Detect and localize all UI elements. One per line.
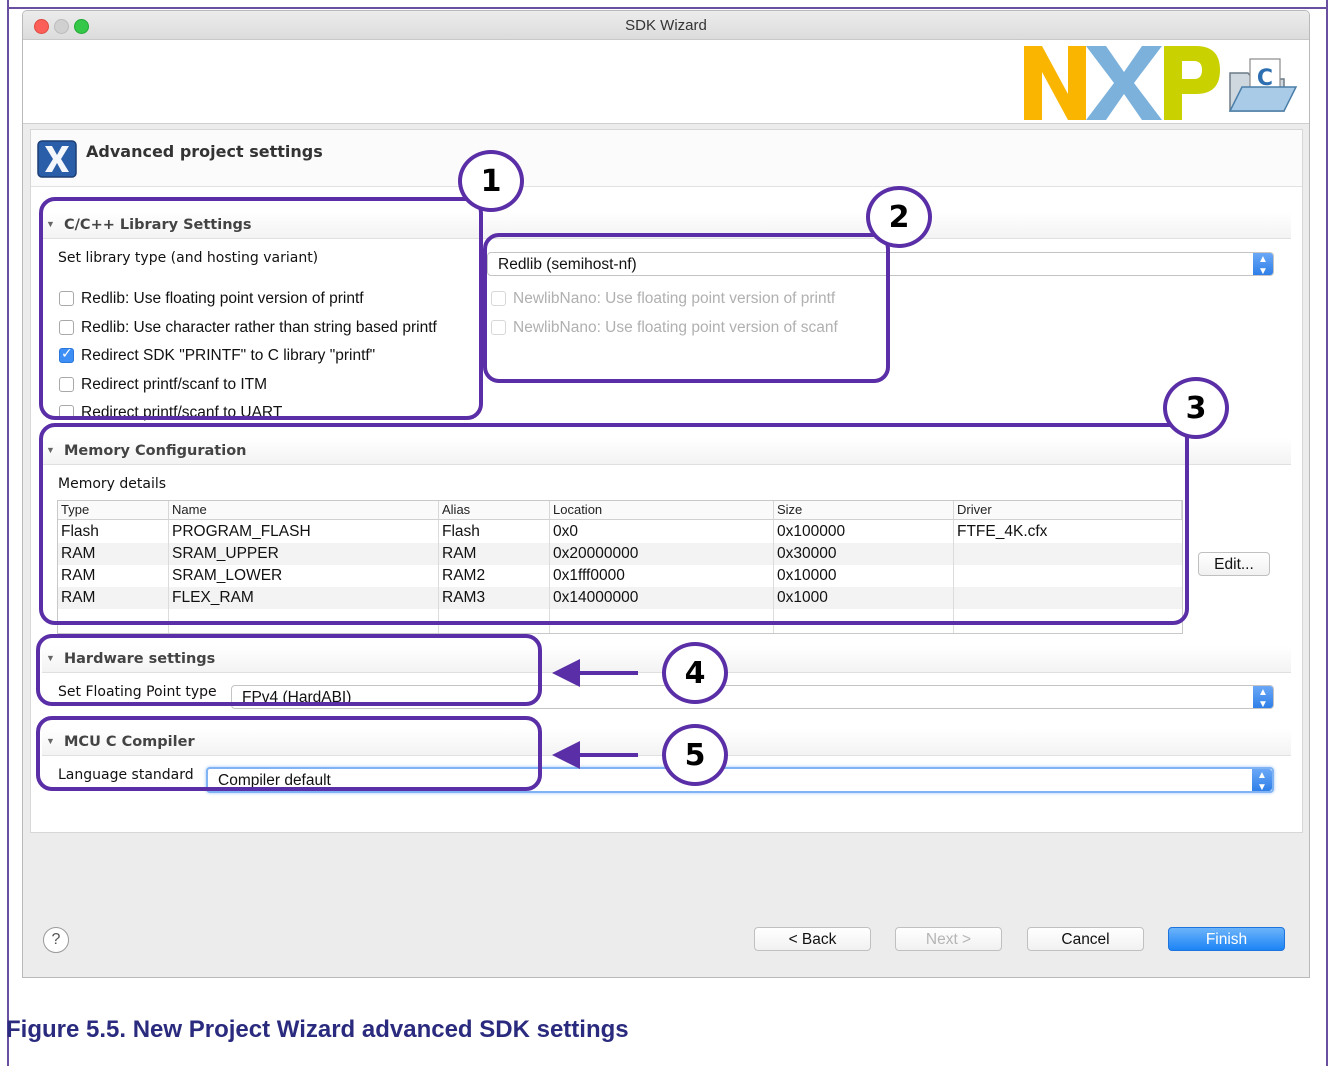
annotation-badge-3: 3 bbox=[1163, 377, 1229, 439]
annotation-box-1 bbox=[39, 197, 483, 420]
annotation-badge-5: 5 bbox=[662, 724, 728, 786]
annotation-arrow-4-icon bbox=[552, 659, 580, 687]
annotation-box-2 bbox=[483, 233, 890, 383]
next-button[interactable]: Next > bbox=[895, 927, 1002, 951]
figure-frame-top bbox=[7, 7, 1327, 9]
annotation-arrow-5-shaft bbox=[578, 753, 638, 757]
select-arrows-icon: ▲ ▼ bbox=[1253, 253, 1273, 277]
finish-button[interactable]: Finish bbox=[1168, 927, 1285, 951]
page-title: Advanced project settings bbox=[86, 142, 323, 161]
annotation-box-4 bbox=[36, 634, 542, 706]
window-title: SDK Wizard bbox=[625, 17, 707, 34]
cancel-button[interactable]: Cancel bbox=[1027, 927, 1144, 951]
title-bar: SDK Wizard bbox=[23, 11, 1309, 40]
back-button[interactable]: < Back bbox=[754, 927, 871, 951]
annotation-arrow-5-icon bbox=[552, 741, 580, 769]
open-folder-c-icon: C bbox=[1228, 58, 1298, 112]
select-arrows-icon: ▲ ▼ bbox=[1253, 686, 1273, 710]
annotation-box-3 bbox=[39, 423, 1189, 625]
annotation-badge-4: 4 bbox=[662, 642, 728, 704]
select-arrows-icon: ▲ ▼ bbox=[1252, 769, 1272, 793]
annotation-badge-1: 1 bbox=[458, 150, 524, 212]
wizard-x-icon bbox=[37, 140, 77, 178]
nxp-logo bbox=[1024, 46, 1220, 120]
annotation-box-5 bbox=[36, 716, 542, 791]
annotation-badge-2: 2 bbox=[866, 186, 932, 248]
wizard-banner: C bbox=[23, 40, 1309, 124]
help-icon[interactable]: ? bbox=[43, 927, 69, 953]
annotation-arrow-4-shaft bbox=[578, 671, 638, 675]
figure-frame-right bbox=[1326, 0, 1328, 1066]
figure-caption: Figure 5.5. New Project Wizard advanced … bbox=[6, 1016, 629, 1043]
edit-memory-button[interactable]: Edit... bbox=[1198, 552, 1270, 576]
figure-frame-left bbox=[7, 0, 9, 1066]
page-header: Advanced project settings bbox=[31, 130, 1302, 187]
